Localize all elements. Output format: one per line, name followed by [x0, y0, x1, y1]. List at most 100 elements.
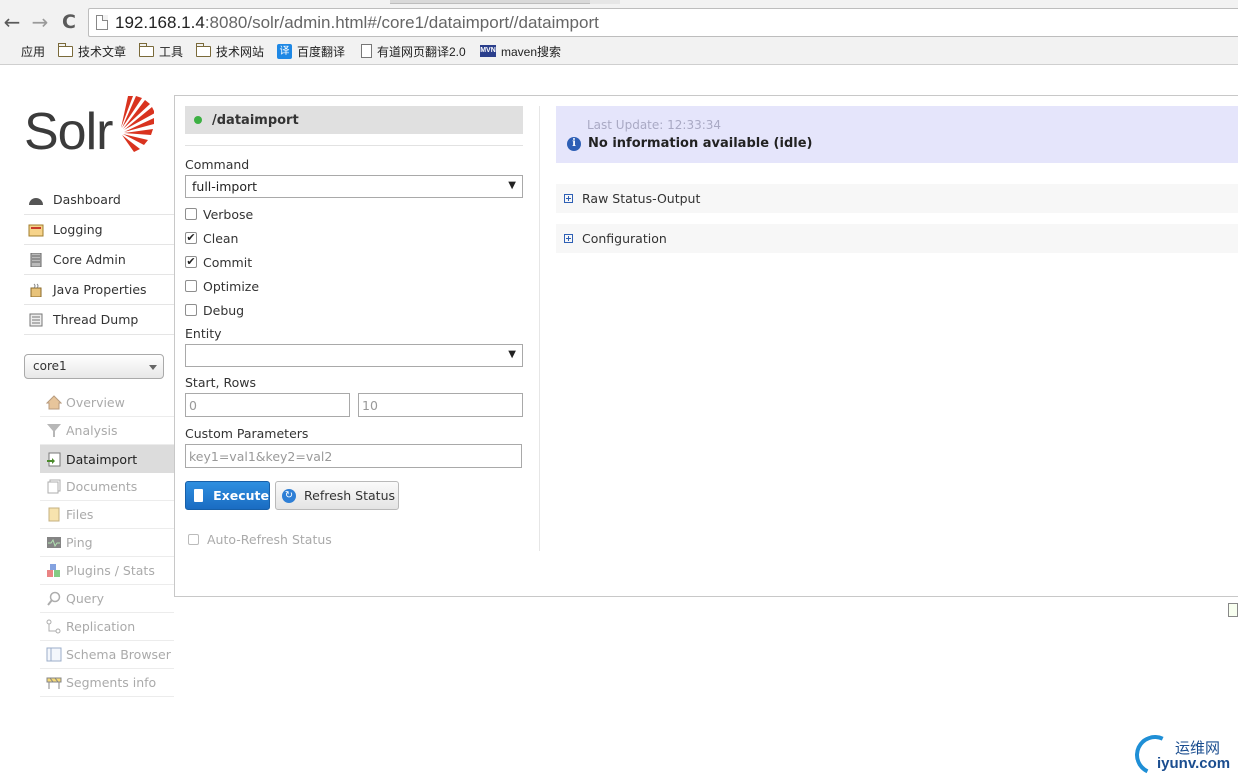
- core-menu-files[interactable]: Files: [40, 501, 174, 529]
- ping-icon: [46, 535, 62, 550]
- overview-icon: [45, 395, 63, 410]
- address-bar[interactable]: 192.168.1.4:8080/solr/admin.html#/core1/…: [88, 8, 1238, 37]
- bookmarks-bar: 应用 技术文章 工具 技术网站 译 百度翻译 有道网页翻译2.0 MVN mav…: [0, 40, 1238, 62]
- back-button[interactable]: ←: [0, 10, 24, 34]
- core-menu-overview[interactable]: Overview: [40, 389, 174, 417]
- files-icon: [46, 507, 62, 522]
- command-select[interactable]: full-import ▼: [185, 175, 523, 198]
- apps-icon: [2, 44, 16, 58]
- start-input[interactable]: 0: [185, 393, 350, 417]
- bookmark-youdao[interactable]: 有道网页翻译2.0: [361, 42, 466, 60]
- menu-java-properties[interactable]: Java Properties: [24, 275, 174, 305]
- solr-logo[interactable]: Solr: [24, 92, 154, 162]
- logging-icon: [28, 223, 44, 237]
- bookmark-baidu-translate[interactable]: 译 百度翻译: [277, 42, 345, 60]
- custom-params-input[interactable]: key1=val1&key2=val2: [185, 444, 522, 468]
- option-label: Clean: [203, 230, 239, 246]
- reload-button[interactable]: C: [57, 10, 81, 34]
- execute-button[interactable]: Execute: [185, 481, 270, 510]
- chevron-down-icon: [149, 365, 157, 370]
- menu-label: Dashboard: [53, 192, 121, 207]
- bookmark-apps[interactable]: 应用: [2, 42, 45, 60]
- translate-icon: 译: [277, 43, 292, 59]
- page-icon: [361, 44, 372, 58]
- raw-status-output-toggle[interactable]: Raw Status-Output: [556, 184, 1238, 213]
- core-menu-analysis[interactable]: Analysis: [40, 417, 174, 445]
- entity-label: Entity: [185, 326, 222, 341]
- refresh-status-button[interactable]: ↻ Refresh Status: [275, 481, 399, 510]
- core-menu-plugins-stats[interactable]: Plugins / Stats: [40, 557, 174, 585]
- menu-label: Core Admin: [53, 252, 126, 267]
- option-commit[interactable]: ✔ Commit: [185, 253, 252, 271]
- url-text: 192.168.1.4:8080/solr/admin.html#/core1/…: [115, 13, 599, 33]
- documents-icon: [46, 479, 62, 494]
- optimize-checkbox[interactable]: [185, 280, 197, 292]
- option-clean[interactable]: ✔ Clean: [185, 229, 238, 247]
- option-label: Optimize: [203, 278, 260, 294]
- option-debug[interactable]: Debug: [185, 301, 244, 319]
- entity-select[interactable]: ▼: [185, 344, 523, 367]
- core-selector[interactable]: core1: [24, 354, 164, 379]
- execute-icon: [194, 489, 204, 502]
- status-message-text: No information available (idle): [588, 136, 813, 151]
- section-label: Configuration: [582, 231, 667, 246]
- handler-header[interactable]: /dataimport: [185, 106, 523, 134]
- core-menu-segments-info[interactable]: Segments info: [40, 669, 174, 697]
- handler-name: /dataimport: [212, 112, 299, 128]
- bookmark-label: 工具: [159, 44, 184, 59]
- expand-plus-icon: [564, 194, 573, 203]
- query-icon: [46, 591, 62, 606]
- bookmark-folder-tools[interactable]: 工具: [139, 42, 183, 60]
- bookmark-folder-sites[interactable]: 技术网站: [196, 42, 264, 60]
- core-menu-replication[interactable]: Replication: [40, 613, 174, 641]
- bookmark-maven[interactable]: MVN maven搜索: [480, 42, 561, 60]
- browser-tab[interactable]: [390, 0, 590, 4]
- core-admin-icon: [28, 252, 44, 267]
- status-message: i No information available (idle): [567, 136, 812, 151]
- bookmark-folder-articles[interactable]: 技术文章: [58, 42, 126, 60]
- core-menu-label: Documents: [66, 479, 138, 494]
- menu-logging[interactable]: Logging: [24, 215, 174, 245]
- browser-tab-new[interactable]: [590, 0, 620, 4]
- dataimport-icon: [46, 452, 62, 467]
- core-menu-documents[interactable]: Documents: [40, 473, 174, 501]
- plugins-icon: [46, 563, 62, 578]
- command-label: Command: [185, 157, 250, 172]
- clean-checkbox[interactable]: ✔: [185, 232, 197, 244]
- menu-thread-dump[interactable]: Thread Dump: [24, 305, 174, 335]
- menu-dashboard[interactable]: Dashboard: [24, 185, 174, 215]
- forward-button[interactable]: →: [28, 10, 52, 34]
- core-menu-label: Dataimport: [66, 451, 138, 467]
- core-menu-schema-browser[interactable]: Schema Browser: [40, 641, 174, 669]
- java-properties-icon: [28, 283, 44, 297]
- start-placeholder: 0: [189, 398, 197, 413]
- section-label: Raw Status-Output: [582, 191, 701, 206]
- menu-core-admin[interactable]: Core Admin: [24, 245, 174, 275]
- rows-input[interactable]: 10: [358, 393, 523, 417]
- bookmark-label: 技术文章: [78, 44, 127, 59]
- segments-icon: [46, 675, 62, 690]
- auto-refresh-checkbox[interactable]: [188, 534, 199, 545]
- option-label: Commit: [203, 254, 253, 270]
- divider: [185, 145, 523, 146]
- core-menu-label: Overview: [66, 395, 125, 410]
- core-menu-ping[interactable]: Ping: [40, 529, 174, 557]
- browser-toolbar: ← → C 192.168.1.4:8080/solr/admin.html#/…: [0, 0, 1238, 65]
- folder-icon: [139, 42, 154, 57]
- commit-checkbox[interactable]: ✔: [185, 256, 197, 268]
- auto-refresh-toggle[interactable]: Auto-Refresh Status: [188, 532, 332, 547]
- core-menu-label: Analysis: [66, 423, 118, 438]
- configuration-toggle[interactable]: Configuration: [556, 224, 1238, 253]
- bookmark-label: maven搜索: [501, 44, 562, 59]
- document-icon[interactable]: [1228, 603, 1238, 617]
- option-verbose[interactable]: Verbose: [185, 205, 253, 223]
- core-menu-query[interactable]: Query: [40, 585, 174, 613]
- replication-icon: [46, 619, 62, 634]
- debug-checkbox[interactable]: [185, 304, 197, 316]
- core-menu-label: Query: [66, 591, 104, 606]
- url-host: 192.168.1.4: [115, 13, 205, 32]
- bookmark-label: 技术网站: [216, 44, 265, 59]
- core-menu-dataimport[interactable]: Dataimport: [40, 445, 174, 473]
- verbose-checkbox[interactable]: [185, 208, 197, 220]
- option-optimize[interactable]: Optimize: [185, 277, 259, 295]
